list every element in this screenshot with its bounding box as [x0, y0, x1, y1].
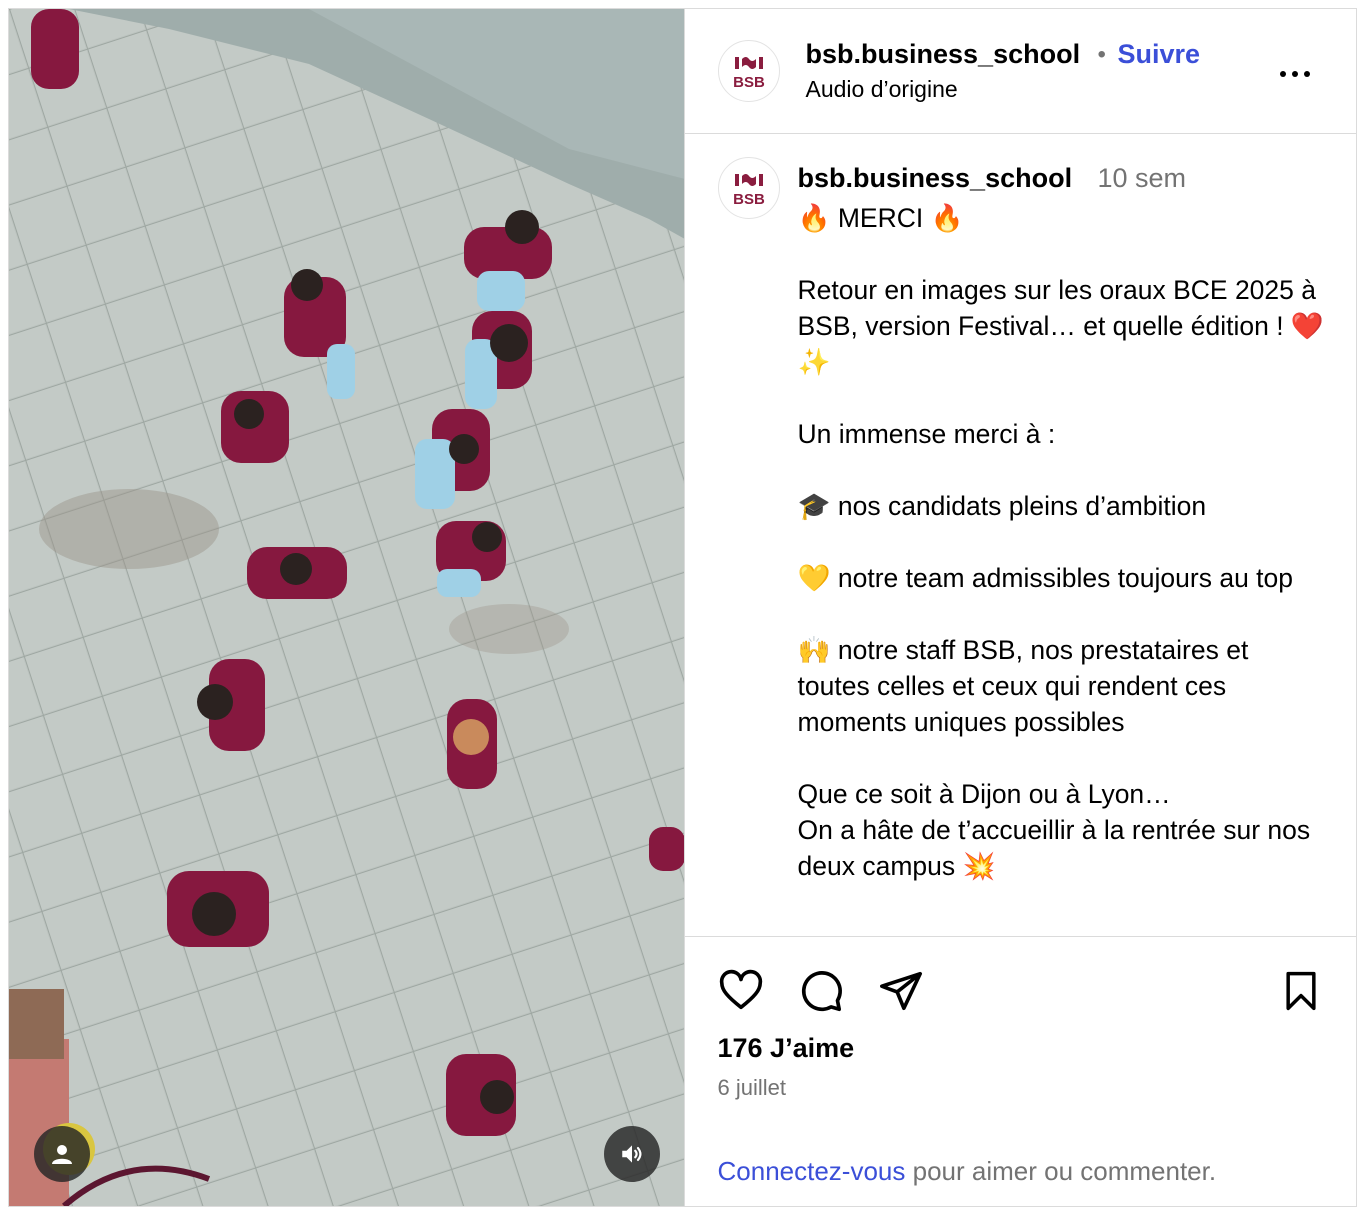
avatar[interactable]: BSB [717, 40, 780, 102]
bsb-logo-icon: BSB [733, 174, 765, 208]
login-link[interactable]: Connectez-vous [718, 1156, 906, 1186]
login-prompt: Connectez-vous pour aimer ou commenter. [718, 1156, 1217, 1187]
avatar[interactable]: BSB [717, 157, 780, 219]
heart-icon [719, 969, 762, 1010]
bsb-logo-icon: BSB [733, 57, 765, 91]
caption-section: BSB bsb.business_school 10 sem 🔥 MERCI 🔥… [685, 134, 1357, 936]
svg-text:BSB: BSB [733, 191, 765, 208]
comment-button[interactable] [797, 967, 845, 1015]
svg-text:BSB: BSB [733, 74, 765, 91]
more-horizontal-icon [1303, 71, 1310, 77]
share-button[interactable] [877, 967, 925, 1015]
separator-dot: • [1097, 41, 1106, 68]
more-horizontal-icon [1279, 71, 1286, 77]
header-username[interactable]: bsb.business_school [806, 39, 1081, 70]
post-container: BSB bsb.business_school • Suivre Audio d… [8, 8, 1357, 1207]
audio-toggle-button[interactable] [604, 1126, 660, 1182]
actions-section: 176 J’aime 6 juillet Connectez-vous pour… [684, 936, 1356, 1206]
caption-username[interactable]: bsb.business_school [798, 163, 1073, 194]
like-button[interactable] [717, 967, 765, 1015]
save-button[interactable] [1277, 967, 1325, 1015]
send-icon [879, 971, 922, 1011]
caption-text: 🔥 MERCI 🔥 Retour en images sur les oraux… [797, 203, 1324, 881]
audio-source-link[interactable]: Audio d’origine [806, 76, 958, 103]
more-horizontal-icon [1291, 71, 1298, 77]
comment-icon [801, 971, 842, 1012]
video-frame-image [9, 9, 684, 1206]
post-sidebar: BSB bsb.business_school • Suivre Audio d… [684, 9, 1357, 1206]
user-icon [52, 1145, 72, 1164]
bookmark-icon [1285, 971, 1316, 1011]
login-prompt-text: pour aimer ou commenter. [905, 1156, 1217, 1186]
more-options-button[interactable] [1279, 64, 1320, 84]
post-video[interactable] [9, 9, 685, 1206]
tagged-users-button[interactable] [34, 1126, 90, 1182]
speaker-icon [622, 1145, 642, 1163]
likes-count[interactable]: 176 J’aime [718, 1033, 855, 1064]
post-date[interactable]: 6 juillet [718, 1075, 786, 1101]
post-time[interactable]: 10 sem [1098, 163, 1187, 194]
follow-button[interactable]: Suivre [1118, 39, 1201, 70]
post-header: BSB bsb.business_school • Suivre Audio d… [684, 9, 1356, 134]
